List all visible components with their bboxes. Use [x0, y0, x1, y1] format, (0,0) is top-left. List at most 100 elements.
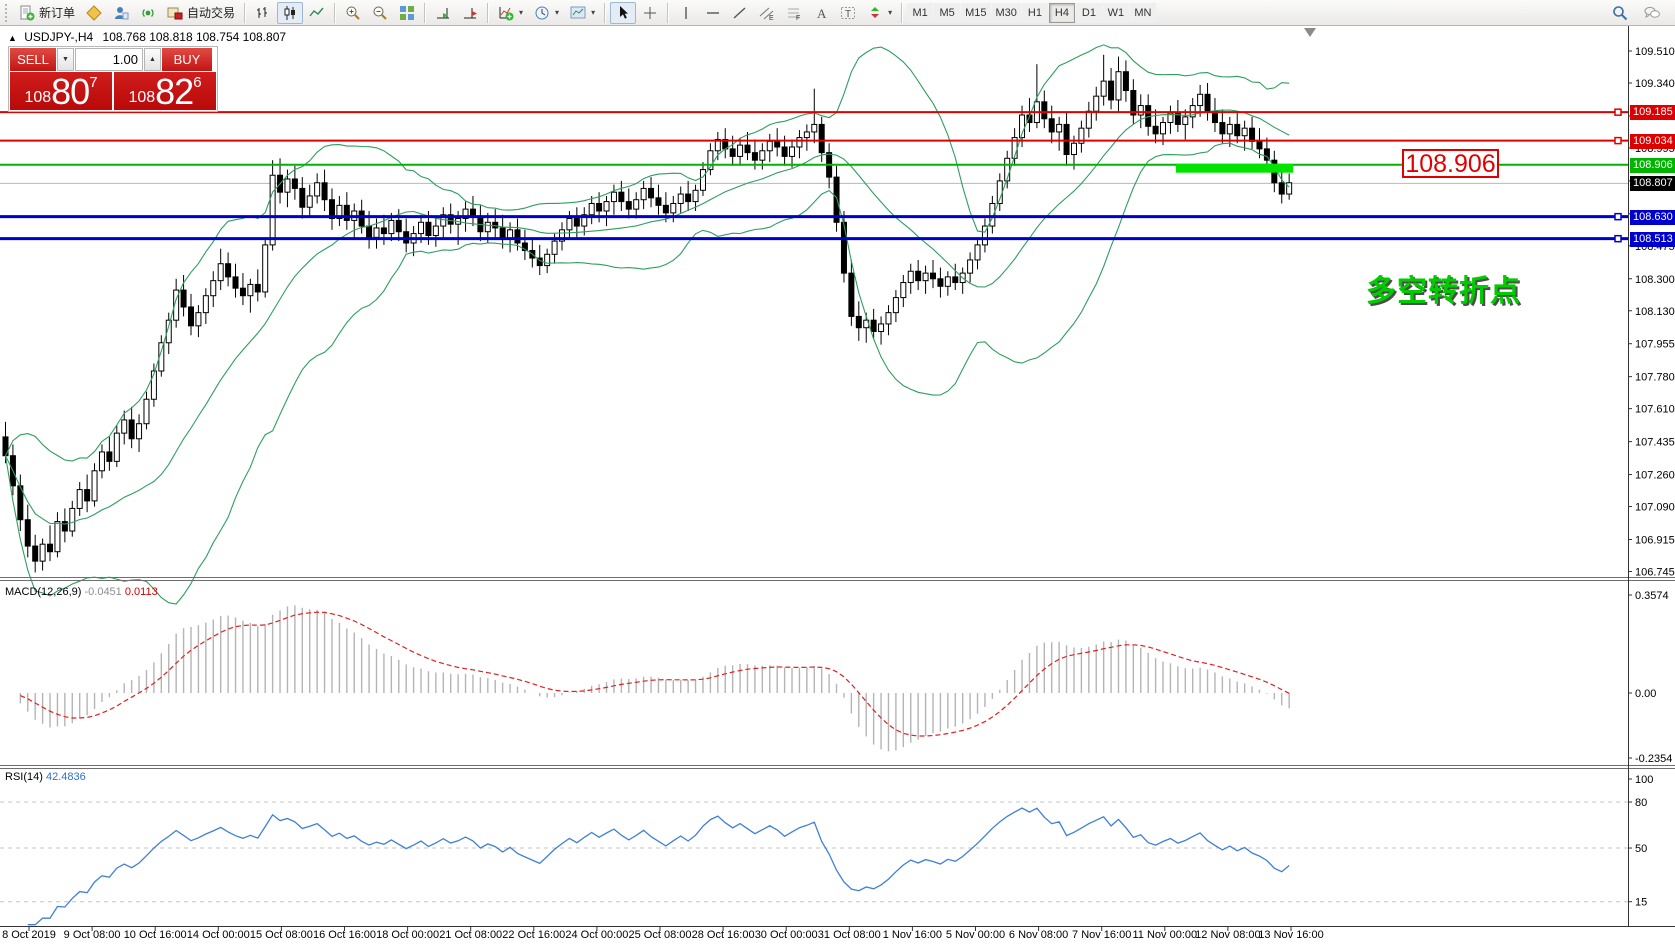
svg-text:100: 100: [1635, 774, 1653, 786]
equidistant-channel-button[interactable]: E: [754, 2, 780, 24]
axis-price-tag: 108.906: [1630, 158, 1675, 173]
chart-shift-button[interactable]: [457, 2, 483, 24]
svg-text:106.915: 106.915: [1635, 534, 1675, 546]
rsi-value: 42.4836: [46, 771, 86, 783]
macd-name: MACD(12,26,9): [5, 586, 81, 598]
svg-text:0.00: 0.00: [1635, 688, 1656, 700]
toolbar-separator: [487, 3, 489, 23]
periods-button[interactable]: ▾: [529, 2, 564, 24]
toolbar-group: 新订单 自动交易: [14, 2, 240, 24]
svg-text:F: F: [796, 15, 800, 21]
zoom-in-button[interactable]: [340, 2, 366, 24]
chart-shift-icon: [462, 5, 478, 21]
chat-icon: [1644, 5, 1660, 21]
text-label-button[interactable]: T: [835, 2, 861, 24]
buy-button[interactable]: BUY: [162, 48, 212, 71]
signals-button[interactable]: [135, 2, 161, 24]
toolbar-separator: [901, 3, 903, 23]
timeframe-d1-button[interactable]: D1: [1076, 3, 1102, 23]
symbol-period-label: USDJPY-,H4: [24, 30, 93, 44]
trendline-icon: [732, 5, 748, 21]
buy-price-pip: 6: [193, 75, 201, 90]
crosshair-button[interactable]: [637, 2, 663, 24]
line-chart-icon: [309, 5, 325, 21]
svg-text:15: 15: [1635, 897, 1647, 909]
trendline-button[interactable]: [727, 2, 753, 24]
cursor-button[interactable]: [610, 2, 636, 24]
trade-controls-row: SELL ▼ ▲ BUY: [10, 48, 216, 71]
timeframe-mn-button[interactable]: MN: [1130, 3, 1156, 23]
svg-text:107.610: 107.610: [1635, 404, 1675, 416]
toolbar-group: [610, 2, 663, 24]
indicators-button[interactable]: ▾: [493, 2, 528, 24]
toolbar-separator: [667, 3, 669, 23]
zoom-out-icon: [372, 5, 388, 21]
tile-windows-button[interactable]: [394, 2, 420, 24]
buy-price-button[interactable]: 108 82 6: [114, 72, 216, 110]
timeframe-m1-button[interactable]: M1: [907, 3, 933, 23]
svg-text:107.780: 107.780: [1635, 372, 1675, 384]
vertical-line-button[interactable]: [673, 2, 699, 24]
timeframe-w1-button[interactable]: W1: [1103, 3, 1129, 23]
timeframe-m15-button[interactable]: M15: [961, 3, 990, 23]
svg-text:-0.2354: -0.2354: [1635, 753, 1672, 765]
timeframe-h1-button[interactable]: H1: [1022, 3, 1048, 23]
timeframe-m5-button[interactable]: M5: [934, 3, 960, 23]
toolbar-separator: [334, 3, 336, 23]
price-callout-box[interactable]: 108.906: [1402, 149, 1499, 178]
chevron-down-icon: ▾: [519, 8, 523, 17]
new-order-button[interactable]: 新订单: [14, 2, 80, 24]
toolbar-group: [250, 2, 330, 24]
zoom-out-button[interactable]: [367, 2, 393, 24]
indicators-icon: [498, 5, 514, 21]
triangle-down-icon: ▼: [62, 56, 69, 63]
svg-text:A: A: [817, 6, 827, 21]
autotrading-button[interactable]: 自动交易: [162, 2, 240, 24]
sell-price-pip: 7: [89, 75, 97, 90]
axis-price-tag: 109.185: [1630, 105, 1675, 120]
profile-button[interactable]: [108, 2, 134, 24]
collapse-icon[interactable]: ▲: [8, 33, 17, 43]
chart-canvas: 109.510109.340109.165108.995108.820108.6…: [0, 0, 1675, 949]
horizontal-line-button[interactable]: [700, 2, 726, 24]
svg-text:107.090: 107.090: [1635, 502, 1675, 514]
new-order-label: 新订单: [39, 4, 75, 21]
annotation-text[interactable]: 多空转折点: [1366, 266, 1521, 310]
volume-decrease-button[interactable]: ▼: [57, 48, 74, 71]
signals-icon: [140, 5, 156, 21]
candle-chart-mode-button[interactable]: [277, 2, 303, 24]
timeframe-h4-button[interactable]: H4: [1049, 3, 1075, 23]
templates-button[interactable]: ▾: [565, 2, 600, 24]
axis-price-tag: 109.034: [1630, 134, 1675, 149]
toolbar-grip: [5, 4, 10, 22]
periods-icon: [534, 5, 550, 21]
sell-button[interactable]: SELL: [10, 48, 56, 71]
sell-price-button[interactable]: 108 80 7: [10, 72, 112, 110]
text-button[interactable]: A: [808, 2, 834, 24]
line-chart-mode-button[interactable]: [304, 2, 330, 24]
bar-chart-mode-button[interactable]: [250, 2, 276, 24]
metaeditor-button[interactable]: [81, 2, 107, 24]
bar-chart-icon: [255, 5, 271, 21]
autotrading-label: 自动交易: [187, 4, 235, 21]
time-axis-label: 13 Nov 16:00: [1246, 929, 1336, 941]
toolbar-group: [340, 2, 420, 24]
svg-text:107.955: 107.955: [1635, 339, 1675, 351]
chat-button[interactable]: [1639, 2, 1665, 24]
toolbar-group: [430, 2, 483, 24]
auto-scroll-button[interactable]: [430, 2, 456, 24]
svg-text:107.260: 107.260: [1635, 470, 1675, 482]
toolbar-separator: [604, 3, 606, 23]
auto-scroll-icon: [435, 5, 451, 21]
text-icon: A: [813, 5, 829, 21]
timeframe-m30-button[interactable]: M30: [992, 3, 1021, 23]
search-button[interactable]: [1607, 2, 1633, 24]
svg-text:109.510: 109.510: [1635, 46, 1675, 58]
arrows-icon: [867, 5, 883, 21]
arrows-button[interactable]: ▾: [862, 2, 897, 24]
volume-input[interactable]: [75, 48, 143, 71]
zoom-in-icon: [345, 5, 361, 21]
chevron-down-icon: ▾: [555, 8, 559, 17]
volume-increase-button[interactable]: ▲: [144, 48, 161, 71]
fibonacci-button[interactable]: F: [781, 2, 807, 24]
